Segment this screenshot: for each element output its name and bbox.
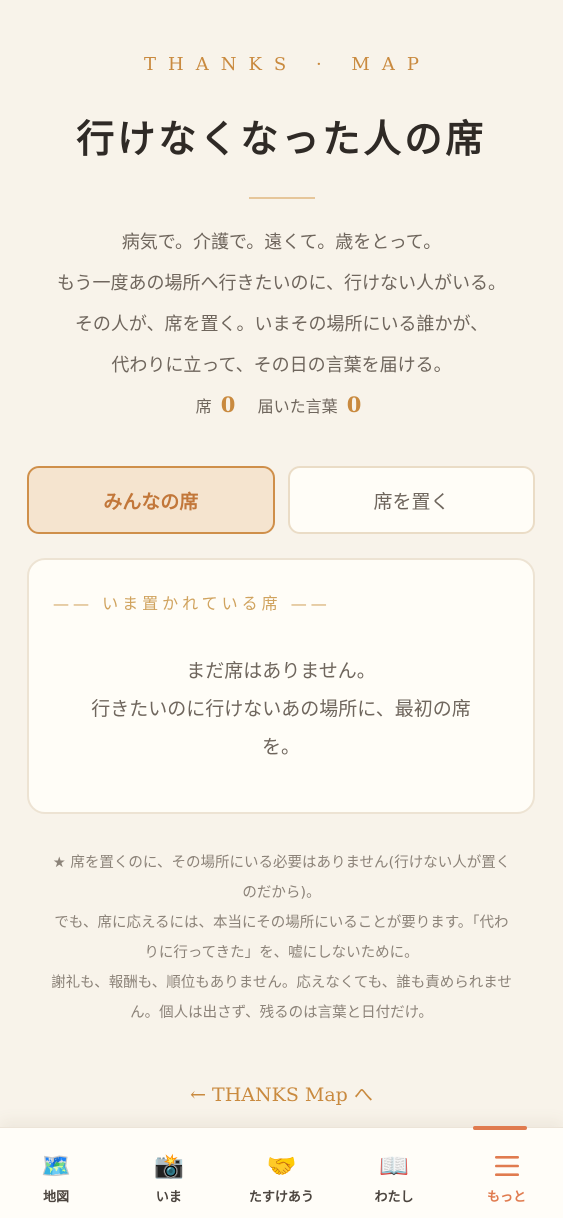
seat-notes: ★ 席を置くのに、その場所にいる必要はありません(行けない人が置く のだから)。…: [28, 848, 535, 1028]
nav-item-more[interactable]: もっと: [450, 1126, 563, 1218]
tab-everyones-seats[interactable]: みんなの席: [27, 466, 275, 534]
page-title: 行けなくなった人の席: [76, 116, 487, 161]
note-line: 謝礼も、報酬も、順位もありません。応えなくても、誰も責められませ: [51, 975, 512, 991]
nav-item-help-each-other[interactable]: 🤝 たすけあう: [225, 1128, 338, 1218]
empty-message-line: を。: [261, 736, 300, 758]
words-count-value: 0: [346, 392, 362, 417]
bottom-nav: 🗺️ 地図 📸 いま 🤝 たすけあう 📖 わたし もっと: [0, 1126, 563, 1218]
note-line: ★ 席を置くのに、その場所にいる必要はありません(行けない人が置く: [52, 855, 511, 871]
nav-item-map[interactable]: 🗺️ 地図: [0, 1128, 113, 1218]
active-tab-indicator: [473, 1126, 528, 1130]
nav-label-me: わたし: [374, 1190, 414, 1205]
words-count-label: 届いた言葉: [257, 397, 338, 416]
world-map-icon: 🗺️: [41, 1152, 72, 1180]
title-divider: [249, 197, 315, 199]
note-line: のだから)。: [242, 885, 321, 901]
note-line: でも、席に応えるには、本当にその場所にいることが要ります。「代わ: [54, 915, 509, 931]
open-book-icon: 📖: [379, 1152, 410, 1180]
menu-icon: [493, 1150, 521, 1182]
note-line: りに行ってきた」を、嘘にしないために。: [144, 945, 419, 961]
seats-count-label: 席: [195, 397, 212, 416]
camera-flash-icon: 📸: [153, 1152, 184, 1180]
seats-count-value: 0: [220, 392, 236, 417]
nav-label-now: いま: [155, 1190, 182, 1205]
back-to-thanks-map-link[interactable]: ← THANKS Map へ: [0, 1080, 563, 1107]
current-seats-heading: —— いま置かれている席 ——: [53, 594, 331, 613]
nav-item-now[interactable]: 📸 いま: [113, 1128, 226, 1218]
intro-text: 病気で。介護で。遠くて。歳をとって。 もう一度あの場所へ行きたいのに、行けない人…: [20, 222, 543, 386]
empty-message-line: まだ席はありません。: [186, 660, 376, 682]
empty-message-line: 行きたいのに行けないあの場所に、最初の席: [91, 698, 471, 720]
nav-label-more: もっと: [487, 1190, 527, 1205]
intro-line: その人が、席を置く。いまその場所にいる誰かが、: [74, 314, 489, 335]
nav-item-me[interactable]: 📖 わたし: [338, 1128, 451, 1218]
intro-line: 代わりに立って、その日の言葉を届ける。: [111, 355, 452, 376]
handshake-icon: 🤝: [266, 1152, 297, 1180]
nav-label-map: 地図: [43, 1190, 70, 1205]
tab-place-seat[interactable]: 席を置く: [288, 466, 535, 534]
nav-label-help-each-other: たすけあう: [248, 1190, 314, 1205]
note-line: ん。個人は出さず、残るのは言葉と日付だけ。: [130, 1005, 433, 1021]
current-seats-card: —— いま置かれている席 —— まだ席はありません。 行きたいのに行けないあの場…: [27, 558, 535, 814]
empty-seats-message: まだ席はありません。 行きたいのに行けないあの場所に、最初の席 を。: [79, 652, 483, 766]
intro-line: 病気で。介護で。遠くて。歳をとって。: [121, 232, 442, 253]
stats-summary: 席 0 届いた言葉 0: [0, 392, 563, 417]
section-eyebrow: THANKS · MAP: [144, 54, 431, 75]
intro-line: もう一度あの場所へ行きたいのに、行けない人がいる。: [57, 273, 506, 294]
thanks-map-seats-page: THANKS · MAP 行けなくなった人の席 病気で。介護で。遠くて。歳をとっ…: [0, 0, 563, 1128]
